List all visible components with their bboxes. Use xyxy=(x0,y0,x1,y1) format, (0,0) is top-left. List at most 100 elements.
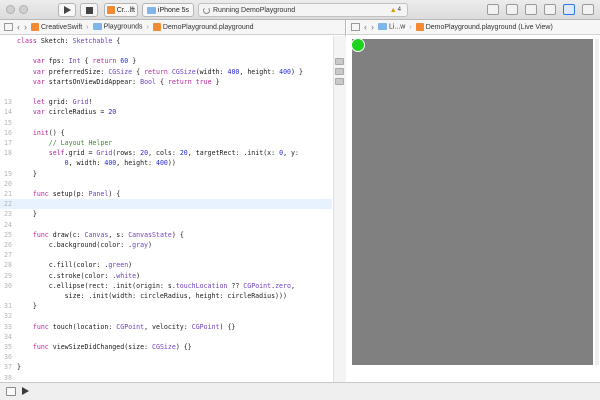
code-line[interactable]: 0, width: 400, height: 400)) xyxy=(0,158,332,168)
debug-area-toggle-icon[interactable] xyxy=(563,4,575,15)
code-token: circleRadius = xyxy=(48,108,109,117)
window-minimize-button[interactable] xyxy=(19,5,28,14)
run-button[interactable] xyxy=(58,3,76,17)
line-number: 14 xyxy=(4,108,12,117)
code-line[interactable]: 27 xyxy=(0,250,332,260)
code-line[interactable]: 35 func viewSizeDidChanged(size: CGSize)… xyxy=(0,342,332,352)
code-line[interactable]: 26 c.background(color: .gray) xyxy=(0,240,332,250)
code-line[interactable] xyxy=(0,46,332,56)
code-line[interactable]: 13 let grid: Grid! xyxy=(0,97,332,107)
code-line[interactable]: 28 c.fill(color: .green) xyxy=(0,260,332,270)
back-arrow-icon[interactable]: ‹ xyxy=(364,22,367,32)
code-line[interactable]: 19 } xyxy=(0,169,332,179)
code-token: } xyxy=(17,210,37,219)
run-playground-icon[interactable] xyxy=(22,387,29,395)
code-token: CGPoint xyxy=(243,281,272,290)
code-line[interactable]: 33 func touch(location: CGPoint, velocit… xyxy=(0,322,332,332)
quick-look-icon[interactable] xyxy=(335,78,344,86)
code-token: startsOnViewDidAppear: xyxy=(48,77,141,86)
breadcrumb-separator-icon: › xyxy=(409,23,412,31)
window-close-button[interactable] xyxy=(6,5,15,14)
code-line[interactable]: 37} xyxy=(0,362,332,372)
version-editor-icon[interactable] xyxy=(525,4,537,15)
code-line[interactable]: 29 c.stroke(color: .white) xyxy=(0,271,332,281)
hide-debug-area-button[interactable] xyxy=(6,387,16,396)
code-token: var xyxy=(32,67,49,76)
code-token: preferredSize: xyxy=(48,67,109,76)
quick-look-icon[interactable] xyxy=(335,57,344,65)
code-line[interactable]: 31 } xyxy=(0,301,332,311)
line-number: 13 xyxy=(4,98,12,107)
code-token: CGPoint xyxy=(191,322,220,331)
code-token: let xyxy=(32,98,49,107)
code-line[interactable]: 15 xyxy=(0,118,332,128)
forward-arrow-icon[interactable]: › xyxy=(24,22,27,32)
swift-file-icon xyxy=(31,23,39,31)
code-line[interactable]: 16 init() { xyxy=(0,128,332,138)
green-circle xyxy=(351,38,365,52)
code-line[interactable]: class Sketch: Sketchable { xyxy=(0,36,332,46)
live-view-icon xyxy=(378,23,387,31)
code-line[interactable]: 32 xyxy=(0,311,332,321)
code-token: { xyxy=(132,67,145,76)
line-number: 29 xyxy=(4,271,12,280)
code-line[interactable]: 14 var circleRadius = 20 xyxy=(0,107,332,117)
utilities-toggle-icon[interactable] xyxy=(582,4,594,15)
assistant-file-crumb[interactable]: DemoPlayground.playground (Live View) xyxy=(415,23,553,31)
related-items-icon[interactable] xyxy=(351,23,360,31)
navigator-toggle-icon[interactable] xyxy=(544,4,556,15)
code-token: c.ellipse(rect: .init(origin: s. xyxy=(17,281,176,290)
line-number: 27 xyxy=(4,251,12,260)
code-line[interactable]: 36 xyxy=(0,352,332,362)
line-number: 18 xyxy=(4,149,12,158)
code-line[interactable]: var startsOnViewDidAppear: Bool { return… xyxy=(0,77,332,87)
code-token: return xyxy=(144,67,172,76)
code-line-current[interactable]: 22 xyxy=(0,199,332,210)
standard-editor-icon[interactable] xyxy=(487,4,499,15)
code-line[interactable]: 23 } xyxy=(0,209,332,219)
code-token: , y: xyxy=(283,149,299,158)
forward-arrow-icon[interactable]: › xyxy=(371,22,374,32)
code-line[interactable]: 21 func setup(p: Panel) { xyxy=(0,189,332,199)
breadcrumb-file[interactable]: DemoPlayground.playground xyxy=(152,23,254,31)
code-line[interactable]: 25 func draw(c: Canvas, s: CanvasState) … xyxy=(0,230,332,240)
code-line[interactable] xyxy=(0,87,332,97)
code-line[interactable]: 18 self.grid = Grid(rows: 20, cols: 20, … xyxy=(0,148,332,158)
warning-badge[interactable]: ▲ 4 xyxy=(390,7,401,14)
quick-look-icon[interactable] xyxy=(335,68,344,76)
code-line[interactable]: 20 xyxy=(0,179,332,189)
code-line[interactable]: 24 xyxy=(0,220,332,230)
code-token: Panel xyxy=(88,190,109,198)
assistant-editor-icon[interactable] xyxy=(506,4,518,15)
live-view-canvas[interactable] xyxy=(351,38,593,365)
breadcrumb-project[interactable]: CreativeSwift xyxy=(31,23,82,31)
device-selector[interactable]: iPhone 5s xyxy=(142,3,194,17)
code-token: init xyxy=(32,128,49,137)
code-line[interactable]: 30 c.ellipse(rect: .init(origin: s.touch… xyxy=(0,281,332,291)
line-number: 28 xyxy=(4,261,12,270)
activity-text: Running DemoPlayground xyxy=(213,6,296,14)
code-line[interactable]: var fps: Int { return 60 } xyxy=(0,56,332,66)
code-token: } xyxy=(17,363,21,372)
breadcrumb-folder[interactable]: Playgrounds xyxy=(92,23,143,31)
code-line[interactable]: 38 xyxy=(0,373,332,382)
code-area[interactable]: class Sketch: Sketchable { var fps: Int … xyxy=(0,36,346,382)
assistant-mode-selector[interactable]: Li...w xyxy=(378,23,405,31)
code-token: ) {} xyxy=(219,322,236,331)
playground-file-icon xyxy=(415,23,424,31)
stop-button[interactable] xyxy=(80,3,98,17)
back-arrow-icon[interactable]: ‹ xyxy=(17,22,20,32)
code-line[interactable]: 34 xyxy=(0,332,332,342)
related-items-icon[interactable] xyxy=(4,23,13,31)
assistant-scrollbar[interactable] xyxy=(595,39,599,365)
code-token: return true xyxy=(167,77,212,86)
scheme-selector[interactable]: Cr...lft xyxy=(104,3,138,17)
code-line[interactable]: var preferredSize: CGSize { return CGSiz… xyxy=(0,67,332,77)
code-token: 20 xyxy=(108,108,117,117)
code-line[interactable]: 17 // Layout Helper xyxy=(0,138,332,148)
code-line[interactable]: size: .init(width: circleRadius, height:… xyxy=(0,291,332,301)
